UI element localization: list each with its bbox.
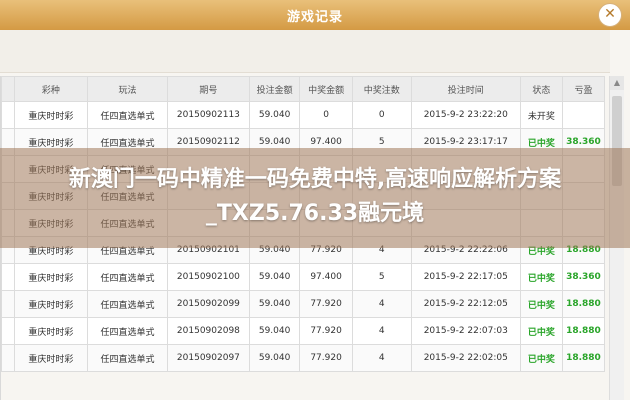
issue-cell: 20150902098 <box>166 317 250 345</box>
header-issue: 期号 <box>166 76 250 102</box>
win-count-cell: 4 <box>351 317 412 345</box>
bet-amount-cell: 59.040 <box>248 317 301 345</box>
status-cell: 未开奖 <box>519 101 563 129</box>
table-row[interactable]: 重庆时时彩 任四直选单式 20150902113 59.040 0 0 2015-9-2 2… <box>1 101 605 129</box>
bet-time-cell: 2015-9-2 22:12:05 <box>410 290 521 318</box>
win-amount-cell: 97.400 <box>299 263 353 291</box>
play-cell: 任四直选单式 <box>87 290 168 318</box>
win-amount-cell: 77.920 <box>299 317 353 345</box>
bet-time-cell: 2015-9-2 22:02:05 <box>410 344 521 372</box>
profit-cell: 18.880 <box>561 290 605 318</box>
table-row[interactable]: 重庆时时彩 任四直选单式 20150902097 59.040 77.920 4 2015-… <box>1 344 605 372</box>
chevron-up-icon[interactable]: ▲ <box>610 76 624 90</box>
header-play: 玩法 <box>87 76 168 102</box>
lottery-cell: 重庆时时彩 <box>13 290 89 318</box>
status-cell: 已中奖 <box>519 317 563 345</box>
win-count-cell: 4 <box>351 344 412 372</box>
header-win-amount: 中奖金额 <box>299 76 353 102</box>
play-cell: 任四直选单式 <box>87 317 168 345</box>
header-status: 状态 <box>519 76 563 102</box>
profit-cell: 18.880 <box>561 344 605 372</box>
status-cell: 已中奖 <box>519 263 563 291</box>
row-select-cell <box>1 290 15 318</box>
win-amount-cell: 0 <box>299 101 353 129</box>
table-row[interactable]: 重庆时时彩 任四直选单式 20150902099 59.040 77.920 4 2015-… <box>1 290 605 318</box>
play-cell: 任四直选单式 <box>87 263 168 291</box>
win-count-cell: 5 <box>351 263 412 291</box>
lottery-cell: 重庆时时彩 <box>13 344 89 372</box>
profit-cell: 18.880 <box>561 317 605 345</box>
issue-cell: 20150902099 <box>166 290 250 318</box>
lottery-cell: 重庆时时彩 <box>13 263 89 291</box>
profit-cell <box>561 101 605 129</box>
row-select-cell <box>1 101 15 129</box>
status-cell: 已中奖 <box>519 290 563 318</box>
row-select-cell <box>1 344 15 372</box>
bet-amount-cell: 59.040 <box>248 101 301 129</box>
toolbar-strip <box>0 30 610 73</box>
bet-time-cell: 2015-9-2 22:17:05 <box>410 263 521 291</box>
header-profit: 亏盈 <box>561 76 605 102</box>
win-amount-cell: 77.920 <box>299 344 353 372</box>
profit-cell: 38.360 <box>561 263 605 291</box>
play-cell: 任四直选单式 <box>87 344 168 372</box>
bet-amount-cell: 59.040 <box>248 290 301 318</box>
table-header-row: 彩种 玩法 期号 投注金额 中奖金额 中奖注数 投注时间 状态 亏盈 <box>1 76 605 102</box>
overlay-banner-text: 新澳门一码中精准一码免费中特,高速响应解析方案_TXZ5.76.33融元境 <box>68 167 562 226</box>
close-icon[interactable]: ✕ <box>598 3 622 27</box>
bet-amount-cell: 59.040 <box>248 344 301 372</box>
win-count-cell: 0 <box>351 101 412 129</box>
lottery-cell: 重庆时时彩 <box>13 101 89 129</box>
play-cell: 任四直选单式 <box>87 101 168 129</box>
row-select-cell <box>1 263 15 291</box>
row-select-cell <box>1 317 15 345</box>
header-bet-amount: 投注金额 <box>248 76 301 102</box>
win-count-cell: 4 <box>351 290 412 318</box>
issue-cell: 20150902100 <box>166 263 250 291</box>
bet-time-cell: 2015-9-2 22:07:03 <box>410 317 521 345</box>
header-lottery: 彩种 <box>13 76 89 102</box>
header-win-count: 中奖注数 <box>351 76 412 102</box>
bet-time-cell: 2015-9-2 23:22:20 <box>410 101 521 129</box>
table-row[interactable]: 重庆时时彩 任四直选单式 20150902100 59.040 97.400 5 2015-… <box>1 263 605 291</box>
header-bet-time: 投注时间 <box>410 76 521 102</box>
status-cell: 已中奖 <box>519 344 563 372</box>
header-select <box>1 76 15 102</box>
window-title: 游戏记录 <box>286 10 343 25</box>
issue-cell: 20150902097 <box>166 344 250 372</box>
window-titlebar: 游戏记录 ✕ <box>0 0 630 31</box>
lottery-cell: 重庆时时彩 <box>13 317 89 345</box>
win-amount-cell: 77.920 <box>299 290 353 318</box>
table-row[interactable]: 重庆时时彩 任四直选单式 20150902098 59.040 77.920 4 2015-… <box>1 317 605 345</box>
issue-cell: 20150902113 <box>166 101 250 129</box>
bet-amount-cell: 59.040 <box>248 263 301 291</box>
